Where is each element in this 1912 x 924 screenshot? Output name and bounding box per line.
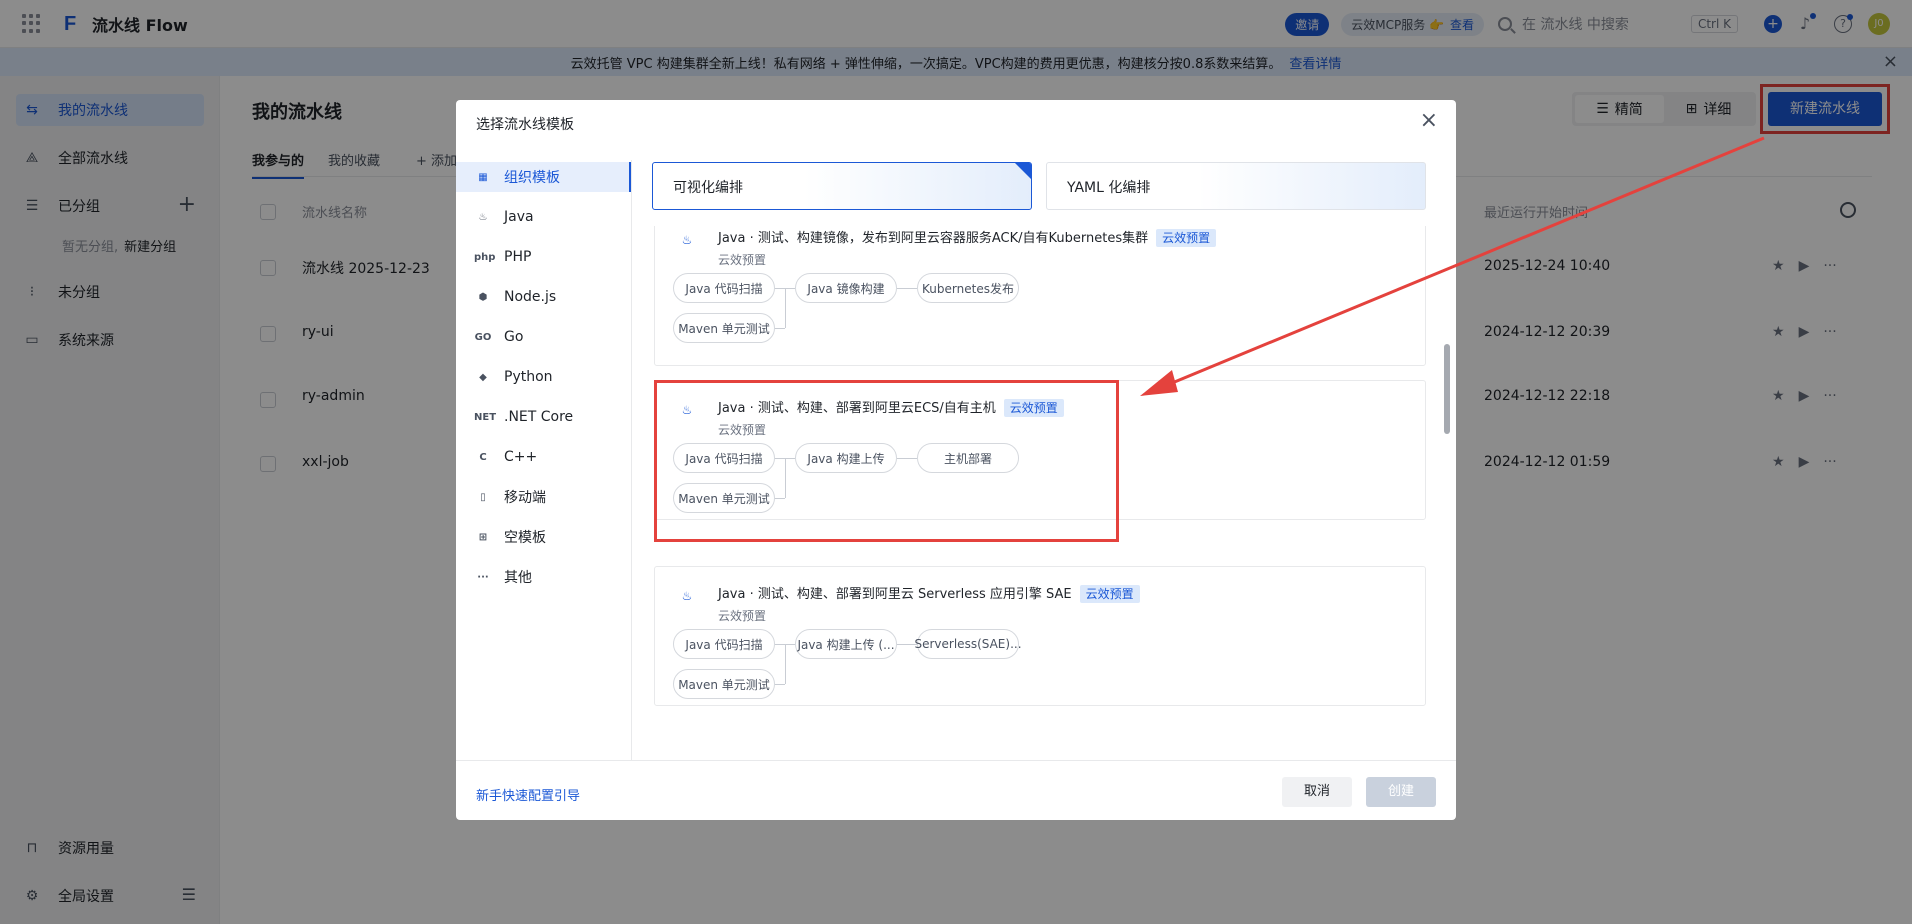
java-icon: ♨ bbox=[681, 403, 693, 417]
template-modal: 选择流水线模板 × ▦ 组织模板 ♨ Java php PHP ⬢ Node.js GO… bbox=[456, 100, 1456, 820]
category-label: 其他 bbox=[504, 570, 532, 586]
category-label: Go bbox=[504, 329, 524, 345]
stage-node: Kubernetes发布 bbox=[917, 273, 1019, 303]
preset-badge: 云效预置 bbox=[1079, 585, 1140, 603]
template-categories: ▦ 组织模板 ♨ Java php PHP ⬢ Node.js GO Go ◆ Python… bbox=[456, 160, 632, 760]
template-card[interactable]: ♨ Java · 测试、构建镜像，发布到阿里云容器服务ACK/自有Kuberne… bbox=[654, 226, 1426, 366]
stage-node: Java 代码扫描 bbox=[673, 443, 775, 473]
mode-label: YAML 化编排 bbox=[1067, 180, 1151, 196]
stage-connector bbox=[775, 328, 785, 329]
stage-connector bbox=[785, 458, 786, 498]
category-php[interactable]: php PHP bbox=[456, 242, 631, 272]
stage-connector bbox=[785, 644, 786, 684]
template-title-text: Java · 测试、构建、部署到阿里云 Serverless 应用引擎 SAE bbox=[718, 587, 1072, 602]
stage-connector bbox=[785, 288, 786, 328]
cancel-button[interactable]: 取消 bbox=[1282, 777, 1352, 807]
template-card-selected[interactable]: ♨ Java · 测试、构建、部署到阿里云ECS/自有主机 云效预置 云效预置 J… bbox=[654, 380, 1426, 542]
stage-node: Java 构建上传 bbox=[795, 443, 897, 473]
category-label: C++ bbox=[504, 449, 538, 465]
template-title: Java · 测试、构建、部署到阿里云ECS/自有主机 云效预置 bbox=[718, 397, 1064, 417]
stage-node: Java 代码扫描 bbox=[673, 273, 775, 303]
category-label: 移动端 bbox=[504, 490, 546, 506]
yaml-orchestration-card[interactable]: YAML 化编排 bbox=[1046, 162, 1426, 210]
stage-node: Maven 单元测试 bbox=[673, 669, 775, 699]
selected-check-icon bbox=[1015, 163, 1031, 179]
cpp-icon: C bbox=[479, 451, 487, 463]
category-mobile[interactable]: ▯ 移动端 bbox=[456, 482, 631, 512]
category-label: 空模板 bbox=[504, 530, 546, 546]
preset-badge: 云效预置 bbox=[1003, 399, 1064, 417]
dotnet-icon: NET bbox=[474, 411, 497, 423]
category-label: PHP bbox=[504, 249, 532, 265]
mode-label: 可视化编排 bbox=[673, 180, 743, 196]
stage-node: Java 构建上传 (... bbox=[795, 629, 897, 659]
stage-connector bbox=[775, 684, 785, 685]
scrollbar-thumb[interactable] bbox=[1444, 344, 1450, 434]
php-icon: php bbox=[474, 251, 496, 263]
stage-connector bbox=[897, 288, 917, 289]
stage-connector bbox=[897, 458, 917, 459]
category-java[interactable]: ♨ Java bbox=[456, 202, 631, 232]
template-subtitle: 云效预置 bbox=[718, 423, 767, 437]
stage-connector bbox=[775, 498, 785, 499]
category-label: 组织模板 bbox=[504, 170, 560, 186]
modal-title: 选择流水线模板 bbox=[476, 117, 574, 133]
category-label: Python bbox=[504, 369, 553, 385]
category-go[interactable]: GO Go bbox=[456, 322, 631, 352]
go-icon: GO bbox=[474, 331, 492, 343]
blank-template-icon: ⊞ bbox=[478, 531, 488, 543]
template-title-text: Java · 测试、构建镜像，发布到阿里云容器服务ACK/自有Kubernete… bbox=[718, 231, 1149, 246]
category-label: .NET Core bbox=[504, 409, 574, 425]
more-icon: ··· bbox=[477, 571, 489, 583]
category-org-templates[interactable]: ▦ 组织模板 bbox=[456, 162, 631, 192]
category-other[interactable]: ··· 其他 bbox=[456, 562, 631, 592]
template-subtitle: 云效预置 bbox=[718, 609, 767, 623]
java-icon: ♨ bbox=[681, 233, 693, 247]
mobile-icon: ▯ bbox=[480, 491, 486, 503]
python-icon: ◆ bbox=[479, 371, 487, 383]
close-icon[interactable]: × bbox=[1420, 108, 1438, 133]
template-card[interactable]: ♨ Java · 测试、构建、部署到阿里云 Serverless 应用引擎 SA… bbox=[654, 566, 1426, 706]
template-list: ♨ Java · 测试、构建镜像，发布到阿里云容器服务ACK/自有Kuberne… bbox=[634, 226, 1440, 760]
create-button[interactable]: 创建 bbox=[1366, 777, 1436, 807]
category-cpp[interactable]: C C++ bbox=[456, 442, 631, 472]
category-label: Node.js bbox=[504, 289, 557, 305]
visual-orchestration-card[interactable]: 可视化编排 bbox=[652, 162, 1032, 210]
java-icon: ♨ bbox=[681, 589, 693, 603]
template-list-scrollbar[interactable] bbox=[1444, 240, 1450, 740]
stage-node: Serverless(SAE)... bbox=[915, 629, 1022, 659]
java-icon: ♨ bbox=[478, 211, 488, 223]
stage-node: Maven 单元测试 bbox=[673, 483, 775, 513]
template-title: Java · 测试、构建镜像，发布到阿里云容器服务ACK/自有Kubernete… bbox=[718, 227, 1217, 247]
grid-icon: ▦ bbox=[478, 171, 488, 183]
template-subtitle: 云效预置 bbox=[718, 253, 767, 267]
category-blank[interactable]: ⊞ 空模板 bbox=[456, 522, 631, 552]
modal-footer: 新手快速配置引导 取消 创建 bbox=[456, 760, 1456, 820]
stage-node: Java 镜像构建 bbox=[795, 273, 897, 303]
template-title: Java · 测试、构建、部署到阿里云 Serverless 应用引擎 SAE 云… bbox=[718, 583, 1140, 603]
stage-node: Maven 单元测试 bbox=[673, 313, 775, 343]
quick-guide-link[interactable]: 新手快速配置引导 bbox=[476, 785, 580, 804]
category-python[interactable]: ◆ Python bbox=[456, 362, 631, 392]
category-nodejs[interactable]: ⬢ Node.js bbox=[456, 282, 631, 312]
stage-node: Java 代码扫描 bbox=[673, 629, 775, 659]
template-title-text: Java · 测试、构建、部署到阿里云ECS/自有主机 bbox=[718, 401, 996, 416]
nodejs-icon: ⬢ bbox=[478, 291, 488, 303]
category-label: Java bbox=[504, 209, 534, 225]
preset-badge: 云效预置 bbox=[1156, 229, 1217, 247]
category-dotnet[interactable]: NET .NET Core bbox=[456, 402, 631, 432]
stage-node: 主机部署 bbox=[917, 443, 1019, 473]
